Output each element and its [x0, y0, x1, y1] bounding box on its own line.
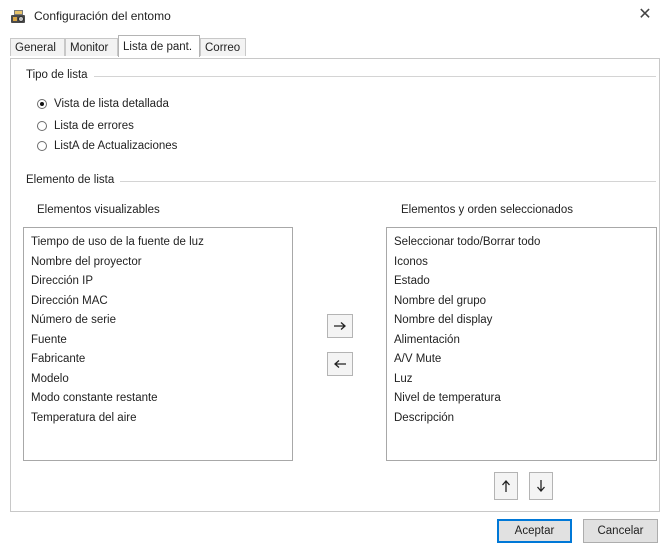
radio-label: Lista de errores	[54, 120, 134, 132]
arrow-up-icon	[501, 479, 511, 493]
list-item[interactable]: Nombre del proyector	[24, 253, 292, 273]
radio-error-list[interactable]: Lista de errores	[37, 118, 134, 134]
group-divider	[26, 76, 656, 77]
arrow-right-icon	[333, 321, 347, 331]
arrow-down-icon	[536, 479, 546, 493]
list-item[interactable]: Fabricante	[24, 350, 292, 370]
radio-label: Vista de lista detallada	[54, 98, 169, 110]
radio-update-list[interactable]: ListA de Actualizaciones	[37, 138, 177, 154]
remove-item-button[interactable]	[327, 352, 353, 376]
available-items-list[interactable]: Tiempo de uso de la fuente de luz Nombre…	[23, 227, 293, 461]
group-divider	[26, 181, 656, 182]
radio-button[interactable]	[37, 99, 47, 109]
arrow-left-icon	[333, 359, 347, 369]
radio-button[interactable]	[37, 121, 47, 131]
tab-general[interactable]: General	[10, 38, 65, 56]
radio-detailed-view[interactable]: Vista de lista detallada	[37, 96, 169, 112]
list-element-label: Elemento de lista	[26, 174, 121, 186]
list-item[interactable]: Modo constante restante	[24, 389, 292, 409]
move-down-button[interactable]	[529, 472, 553, 500]
tab-correo[interactable]: Correo	[200, 38, 246, 56]
radio-button[interactable]	[37, 141, 47, 151]
list-item[interactable]: A/V Mute	[387, 350, 656, 370]
list-item[interactable]: Fuente	[24, 331, 292, 351]
window-title: Configuración del entomo	[34, 9, 171, 23]
list-item[interactable]: Alimentación	[387, 331, 656, 351]
add-item-button[interactable]	[327, 314, 353, 338]
list-type-label: Tipo de lista	[26, 69, 94, 81]
close-icon[interactable]: ✕	[635, 5, 655, 25]
available-items-heading: Elementos visualizables	[37, 204, 160, 216]
selected-items-list[interactable]: Seleccionar todo/Borrar todo Iconos Esta…	[386, 227, 657, 461]
list-item[interactable]: Dirección IP	[24, 272, 292, 292]
list-item[interactable]: Temperatura del aire	[24, 409, 292, 429]
list-item[interactable]: Seleccionar todo/Borrar todo	[387, 233, 656, 253]
list-item[interactable]: Nombre del display	[387, 311, 656, 331]
tab-monitor[interactable]: Monitor	[65, 38, 118, 56]
list-item[interactable]: Modelo	[24, 370, 292, 390]
list-item[interactable]: Iconos	[387, 253, 656, 273]
list-item[interactable]: Dirección MAC	[24, 292, 292, 312]
list-item[interactable]: Número de serie	[24, 311, 292, 331]
radio-label: ListA de Actualizaciones	[54, 140, 178, 152]
move-up-button[interactable]	[494, 472, 518, 500]
title-bar: Configuración del entomo ✕	[0, 0, 663, 32]
ok-button[interactable]: Aceptar	[497, 519, 572, 543]
list-item[interactable]: Nivel de temperatura	[387, 389, 656, 409]
list-item[interactable]: Tiempo de uso de la fuente de luz	[24, 233, 292, 253]
tab-lista-de-pant[interactable]: Lista de pant.	[118, 35, 200, 57]
list-item[interactable]: Nombre del grupo	[387, 292, 656, 312]
list-item[interactable]: Estado	[387, 272, 656, 292]
list-item[interactable]: Luz	[387, 370, 656, 390]
cancel-button[interactable]: Cancelar	[583, 519, 658, 543]
projector-app-icon	[10, 9, 28, 25]
list-item[interactable]: Descripción	[387, 409, 656, 429]
selected-items-heading: Elementos y orden seleccionados	[401, 204, 573, 216]
